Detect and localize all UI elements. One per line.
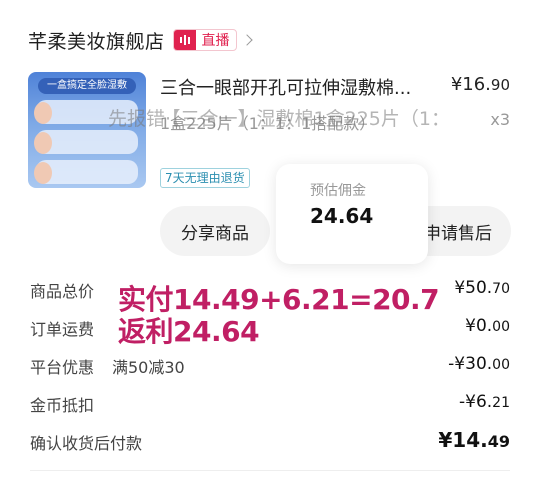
summary-value-coins: -¥6.21 xyxy=(459,392,510,412)
commission-value: 24.64 xyxy=(310,204,374,228)
face-3 xyxy=(34,162,52,184)
commission-label: 预估佣金 xyxy=(310,183,366,199)
chevron-right-icon[interactable] xyxy=(240,34,253,46)
spec-overlay-text: 先报错·【三合一】湿敷棉1盒225片（1： xyxy=(108,108,450,130)
summary-label-shipping: 订单运费 xyxy=(30,320,95,339)
summary-value-pay-on-receipt: ¥14.49 xyxy=(438,428,510,452)
summary-label-pay-on-receipt: 确认收货后付款 xyxy=(30,434,143,453)
bottom-divider xyxy=(30,470,510,471)
product-title[interactable]: 三合一眼部开孔可拉伸湿敷棉... xyxy=(160,74,411,100)
summary-value-shipping: ¥0.00 xyxy=(465,316,510,336)
thumbnail-banner: 一盒搞定全脸湿敷 xyxy=(38,78,136,94)
return-policy-tag: 7天无理由退货 xyxy=(160,168,250,188)
store-header[interactable]: 芊柔美妆旗舰店 直播 xyxy=(28,26,253,54)
store-name[interactable]: 芊柔美妆旗舰店 xyxy=(28,27,165,54)
live-bars-icon xyxy=(173,30,196,50)
live-label: 直播 xyxy=(201,33,230,49)
annotation-line-2: 返利24.64 xyxy=(118,315,260,348)
summary-label-total: 商品总价 xyxy=(30,282,95,301)
commission-popup: 预估佣金 24.64 xyxy=(276,164,428,264)
product-price: ¥16.90 xyxy=(450,74,510,95)
share-product-button[interactable]: 分享商品 xyxy=(160,206,270,256)
summary-value-total: ¥50.70 xyxy=(454,278,510,298)
discount-tag: 满50减30 xyxy=(112,358,185,377)
summary-label-coins: 金币抵扣 xyxy=(30,396,95,415)
product-quantity: x3 xyxy=(490,110,510,129)
live-badge[interactable]: 直播 xyxy=(172,29,237,51)
face-2 xyxy=(34,132,52,154)
summary-label-platform-discount: 平台优惠 xyxy=(30,358,95,377)
summary-value-platform-discount: -¥30.00 xyxy=(448,354,510,374)
face-1 xyxy=(34,102,52,124)
